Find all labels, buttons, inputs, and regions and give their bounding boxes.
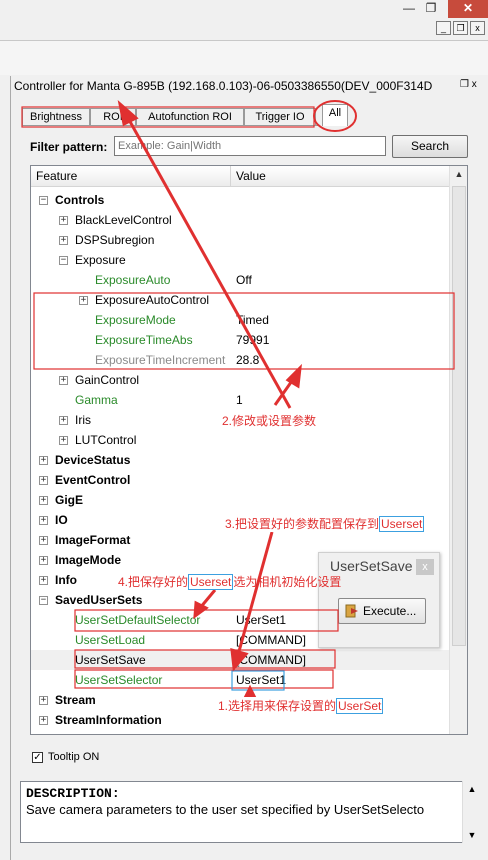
annotation-keyword: UserSet [336,698,384,714]
tabs-highlight-box [21,106,315,128]
arrow-line [236,531,274,656]
arrow-head [230,647,249,672]
annotation-step-3: 3.把设置好的参数配置保存到 Userset [225,515,425,532]
annotation-text: 4.把保存好的 [118,575,189,589]
arrow-line [126,117,292,409]
annotation-text: 选为相机初始化设置 [233,575,342,589]
annotation-overlay [21,99,455,706]
annotation-keyword: Userset [379,516,425,532]
annotation-step-1: 1.选择用来保存设置的 UserSet [218,697,384,714]
annotation-text: 3.把设置好的参数配置保存到 [225,517,380,531]
exposure-highlight-box [33,292,455,370]
userselector-highlight-box [74,669,334,689]
all-tab-circle [313,100,357,132]
usersetsave-highlight-box [74,649,336,669]
annotation-text: 1.选择用来保存设置的 [218,699,337,713]
annotation-step-2: 2.修改或设置参数 [222,412,317,429]
annotation-keyword: Userset [188,574,234,590]
userset1-highlight-box [231,670,285,691]
annotation-step-4: 4.把保存好的 Userset 选为相机初始化设置 [118,573,341,590]
defaultselector-highlight-box [74,609,339,632]
